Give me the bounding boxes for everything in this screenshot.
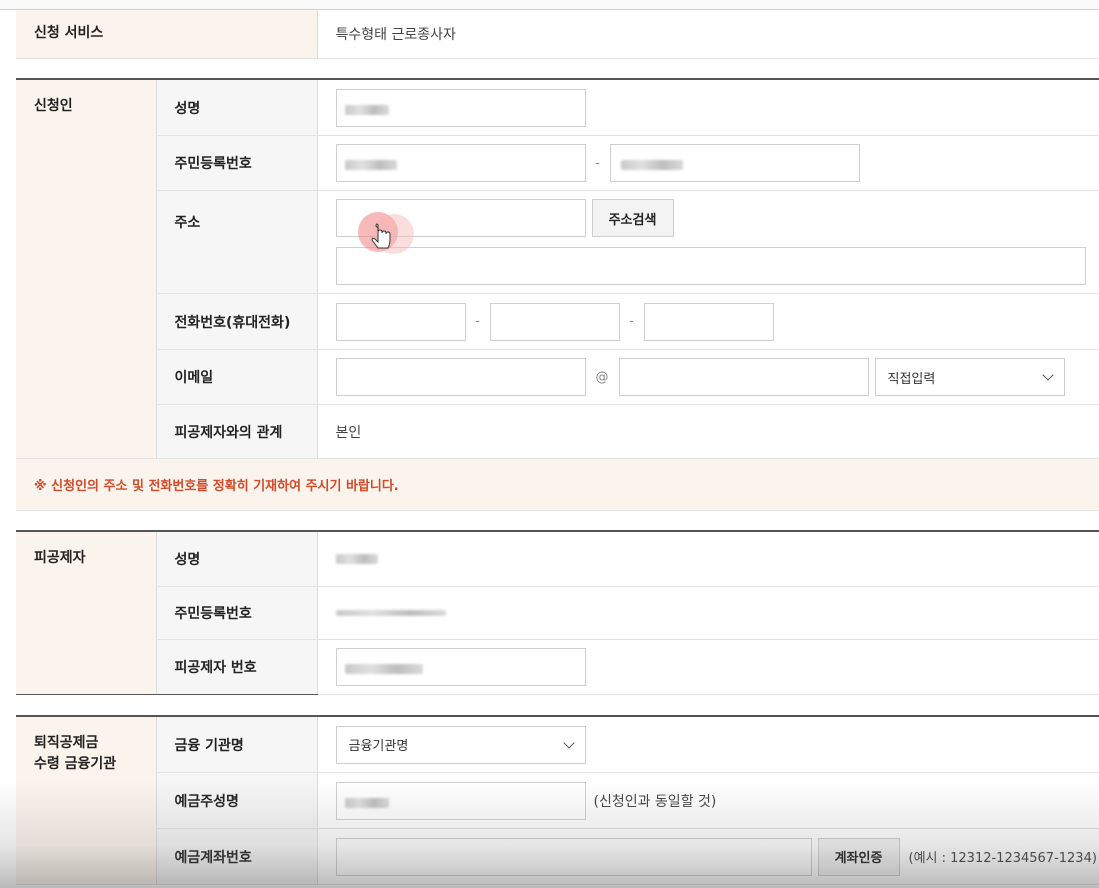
- bank-select[interactable]: 금융기관명: [335, 725, 586, 764]
- applicant-table: 신청인 성명 주민등록번호 - 주소 주소검색 전화번호(휴대전화) - - 이…: [16, 78, 1099, 511]
- applicant-relation-cell: 본인: [316, 404, 1099, 459]
- pointer-cursor-icon: [356, 212, 416, 256]
- applicant-rrn-label: 주민등록번호: [174, 156, 252, 172]
- phone-part3-input[interactable]: [643, 302, 774, 341]
- insured-name-label-cell: 성명: [155, 531, 317, 587]
- top-divider: [0, 0, 1099, 10]
- account-verify-button[interactable]: 계좌인증: [817, 837, 900, 876]
- applicant-phone-label-cell: 전화번호(휴대전화): [155, 293, 317, 350]
- account-cell: 계좌인증 (예시 : 12312-1234567-1234): [316, 828, 1099, 885]
- insured-rrn-label: 주민등록번호: [174, 606, 252, 622]
- applicant-section-label: 신청인: [16, 79, 156, 459]
- applicant-email-cell: @ 직접입력: [316, 349, 1099, 405]
- insured-number-label-cell: 피공제자 번호: [155, 639, 317, 695]
- bank-section-line1: 퇴직공제금: [34, 735, 99, 751]
- applicant-address-cell: 주소검색: [316, 190, 1099, 294]
- email-domain-select[interactable]: 직접입력: [874, 358, 1065, 396]
- bank-section-line2: 수령 금융기관: [34, 756, 117, 772]
- chevron-down-icon: [1041, 369, 1054, 381]
- bank-name-label: 금융 기관명: [174, 737, 244, 754]
- applicant-rrn-label-cell: 주민등록번호: [155, 135, 317, 191]
- insured-rrn-cell: [316, 586, 1099, 640]
- applicant-phone-cell: - -: [316, 293, 1099, 350]
- insured-number-input[interactable]: [335, 648, 586, 686]
- service-cell: 특수형태 근로종사자: [316, 10, 1099, 59]
- holder-input[interactable]: [335, 781, 586, 820]
- holder-label-cell: 예금주성명: [155, 772, 317, 829]
- insured-table: 피공제자 성명 주민등록번호 피공제자 번호: [16, 530, 1099, 695]
- phone-dash-2: -: [629, 314, 634, 329]
- phone-part1-input[interactable]: [335, 302, 466, 341]
- applicant-relation-label: 피공제자와의 관계: [174, 424, 283, 441]
- insured-rrn-label-cell: 주민등록번호: [155, 586, 317, 640]
- applicant-name-label-cell: 성명: [155, 79, 317, 136]
- holder-note: (신청인과 동일할 것): [593, 793, 717, 810]
- insured-name-cell: [316, 531, 1099, 587]
- account-label: 예금계좌번호: [174, 849, 252, 866]
- applicant-email-label-cell: 이메일: [155, 349, 317, 405]
- email-at-sign: @: [595, 369, 609, 385]
- applicant-rrn-cell: -: [316, 135, 1099, 191]
- email-domain-select-value: 직접입력: [887, 371, 936, 387]
- insured-number-label: 피공제자 번호: [174, 660, 257, 676]
- bank-name-label-cell: 금융 기관명: [155, 716, 317, 773]
- phone-dash-1: -: [475, 314, 480, 329]
- chevron-down-icon: [562, 736, 575, 749]
- bank-select-value: 금융기관명: [348, 739, 409, 754]
- insured-number-cell: [316, 639, 1099, 695]
- bank-name-cell: 금융기관명: [316, 716, 1099, 773]
- applicant-address-label: 주소: [174, 215, 201, 231]
- applicant-name-label: 성명: [174, 100, 201, 117]
- account-input[interactable]: [335, 837, 812, 876]
- rrn-dash: -: [595, 155, 600, 171]
- email-domain-input[interactable]: [618, 358, 869, 396]
- insured-rrn-value: [335, 610, 446, 616]
- service-label: 신청 서비스: [16, 10, 317, 59]
- applicant-notice: ※ 신청인의 주소 및 전화번호를 정확히 기재하여 주시기 바랍니다.: [16, 459, 1099, 511]
- account-label-cell: 예금계좌번호: [155, 828, 317, 885]
- address-search-button[interactable]: 주소검색: [591, 199, 674, 237]
- bank-section-label: 퇴직공제금 수령 금융기관: [16, 716, 156, 885]
- holder-cell: (신청인과 동일할 것): [316, 772, 1099, 829]
- account-example: (예시 : 12312-1234567-1234): [908, 851, 1097, 866]
- service-value: 특수형태 근로종사자: [335, 26, 456, 43]
- insured-section-label: 피공제자: [16, 531, 156, 695]
- applicant-relation-label-cell: 피공제자와의 관계: [155, 404, 317, 459]
- insured-name-value: [335, 554, 378, 564]
- email-id-input[interactable]: [335, 358, 586, 396]
- applicant-address-label-cell: 주소: [155, 190, 317, 294]
- applicant-name-input[interactable]: [335, 88, 586, 127]
- insured-name-label: 성명: [174, 552, 201, 568]
- applicant-name-cell: [316, 79, 1099, 136]
- phone-part2-input[interactable]: [489, 302, 620, 341]
- applicant-relation-value: 본인: [335, 424, 362, 441]
- service-table: 신청 서비스 특수형태 근로종사자: [16, 10, 1099, 59]
- applicant-email-label: 이메일: [174, 370, 214, 386]
- holder-label: 예금주성명: [174, 793, 239, 810]
- applicant-rrn-back-input[interactable]: [609, 144, 860, 182]
- applicant-phone-label: 전화번호(휴대전화): [174, 314, 291, 331]
- applicant-rrn-front-input[interactable]: [335, 144, 586, 182]
- notice-cell: ※ 신청인의 주소 및 전화번호를 정확히 기재하여 주시기 바랍니다.: [16, 459, 1099, 511]
- bank-table: 퇴직공제금 수령 금융기관 금융 기관명 금융기관명 예금주성명 (신청인과 동…: [16, 715, 1099, 885]
- address-detail-input[interactable]: [335, 247, 1086, 285]
